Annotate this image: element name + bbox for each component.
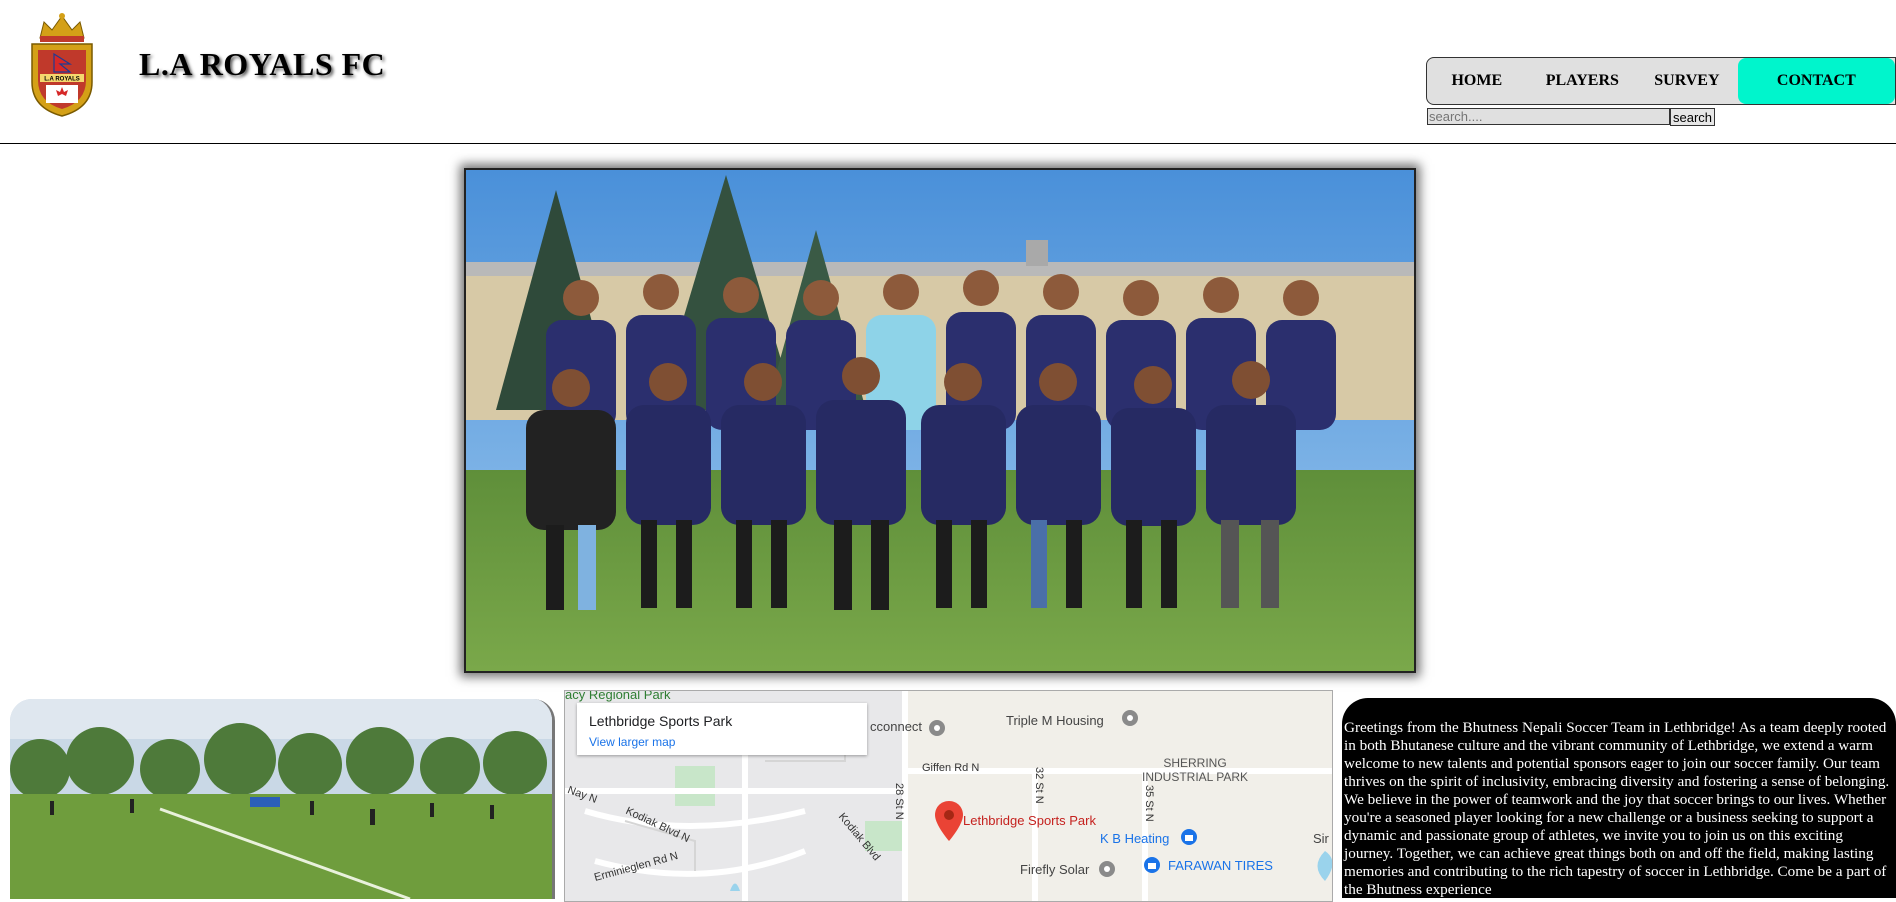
field-photo-image xyxy=(10,699,552,899)
map-label-sherring-industrial-park: SHERRING INDUSTRIAL PARK xyxy=(1141,756,1249,784)
map-road-35st: 35 St N xyxy=(1143,785,1155,822)
map-label-sir: Sir xyxy=(1313,831,1329,846)
main-nav: HOME PLAYERS SURVEY CONTACT xyxy=(1426,57,1896,105)
map-info-card: Lethbridge Sports Park View larger map xyxy=(577,703,867,755)
about-section: Greetings from the Bhutness Nepali Socce… xyxy=(1342,698,1896,898)
map-poi-icon xyxy=(1099,861,1115,877)
nav-contact[interactable]: CONTACT xyxy=(1737,58,1895,104)
map-shop-icon xyxy=(1144,857,1160,873)
team-photo-image xyxy=(466,170,1414,671)
map-shop-icon xyxy=(1181,829,1197,845)
search-input[interactable] xyxy=(1427,108,1670,125)
search-button[interactable]: search xyxy=(1670,108,1716,126)
field-photo xyxy=(10,699,555,899)
view-larger-map-link[interactable]: View larger map xyxy=(589,735,675,749)
nav-survey[interactable]: SURVEY xyxy=(1638,58,1736,104)
map-label-triple-m-housing: Triple M Housing xyxy=(1006,713,1104,728)
site-header: L.A ROYALS L.A ROYALS FC HOME PLAYERS SU… xyxy=(0,0,1896,144)
map-road-32st: 32 St N xyxy=(1033,767,1045,804)
map-label-cconnect: cconnect xyxy=(870,719,923,734)
nav-home[interactable]: HOME xyxy=(1427,58,1527,104)
map-label-farawan-tires: FARAWAN TIRES xyxy=(1168,858,1273,873)
nav-players[interactable]: PLAYERS xyxy=(1527,58,1639,104)
map-label-regional-park: acy Regional Park xyxy=(565,690,671,702)
map-road-giffen: Giffen Rd N xyxy=(922,762,980,774)
map-place-name: Lethbridge Sports Park xyxy=(589,713,733,729)
map-road-28st: 28 St N xyxy=(893,783,905,820)
map-embed[interactable]: Lethbridge Sports Park View larger map a… xyxy=(564,690,1333,902)
map-poi-icon xyxy=(929,720,945,736)
team-photo xyxy=(464,168,1416,673)
map-pin-label: Lethbridge Sports Park xyxy=(963,813,1096,828)
team-crest-logo[interactable]: L.A ROYALS xyxy=(26,8,98,120)
about-text: Greetings from the Bhutness Nepali Socce… xyxy=(1344,719,1890,898)
crest-text: L.A ROYALS xyxy=(44,77,80,83)
search-bar: search xyxy=(1427,108,1716,127)
map-label-firefly-solar: Firefly Solar xyxy=(1020,862,1090,877)
map-label-kb-heating: K B Heating xyxy=(1100,831,1170,846)
map-pin-icon[interactable] xyxy=(935,801,963,841)
map-poi-icon xyxy=(1122,710,1138,726)
site-title: L.A ROYALS FC xyxy=(139,46,386,82)
